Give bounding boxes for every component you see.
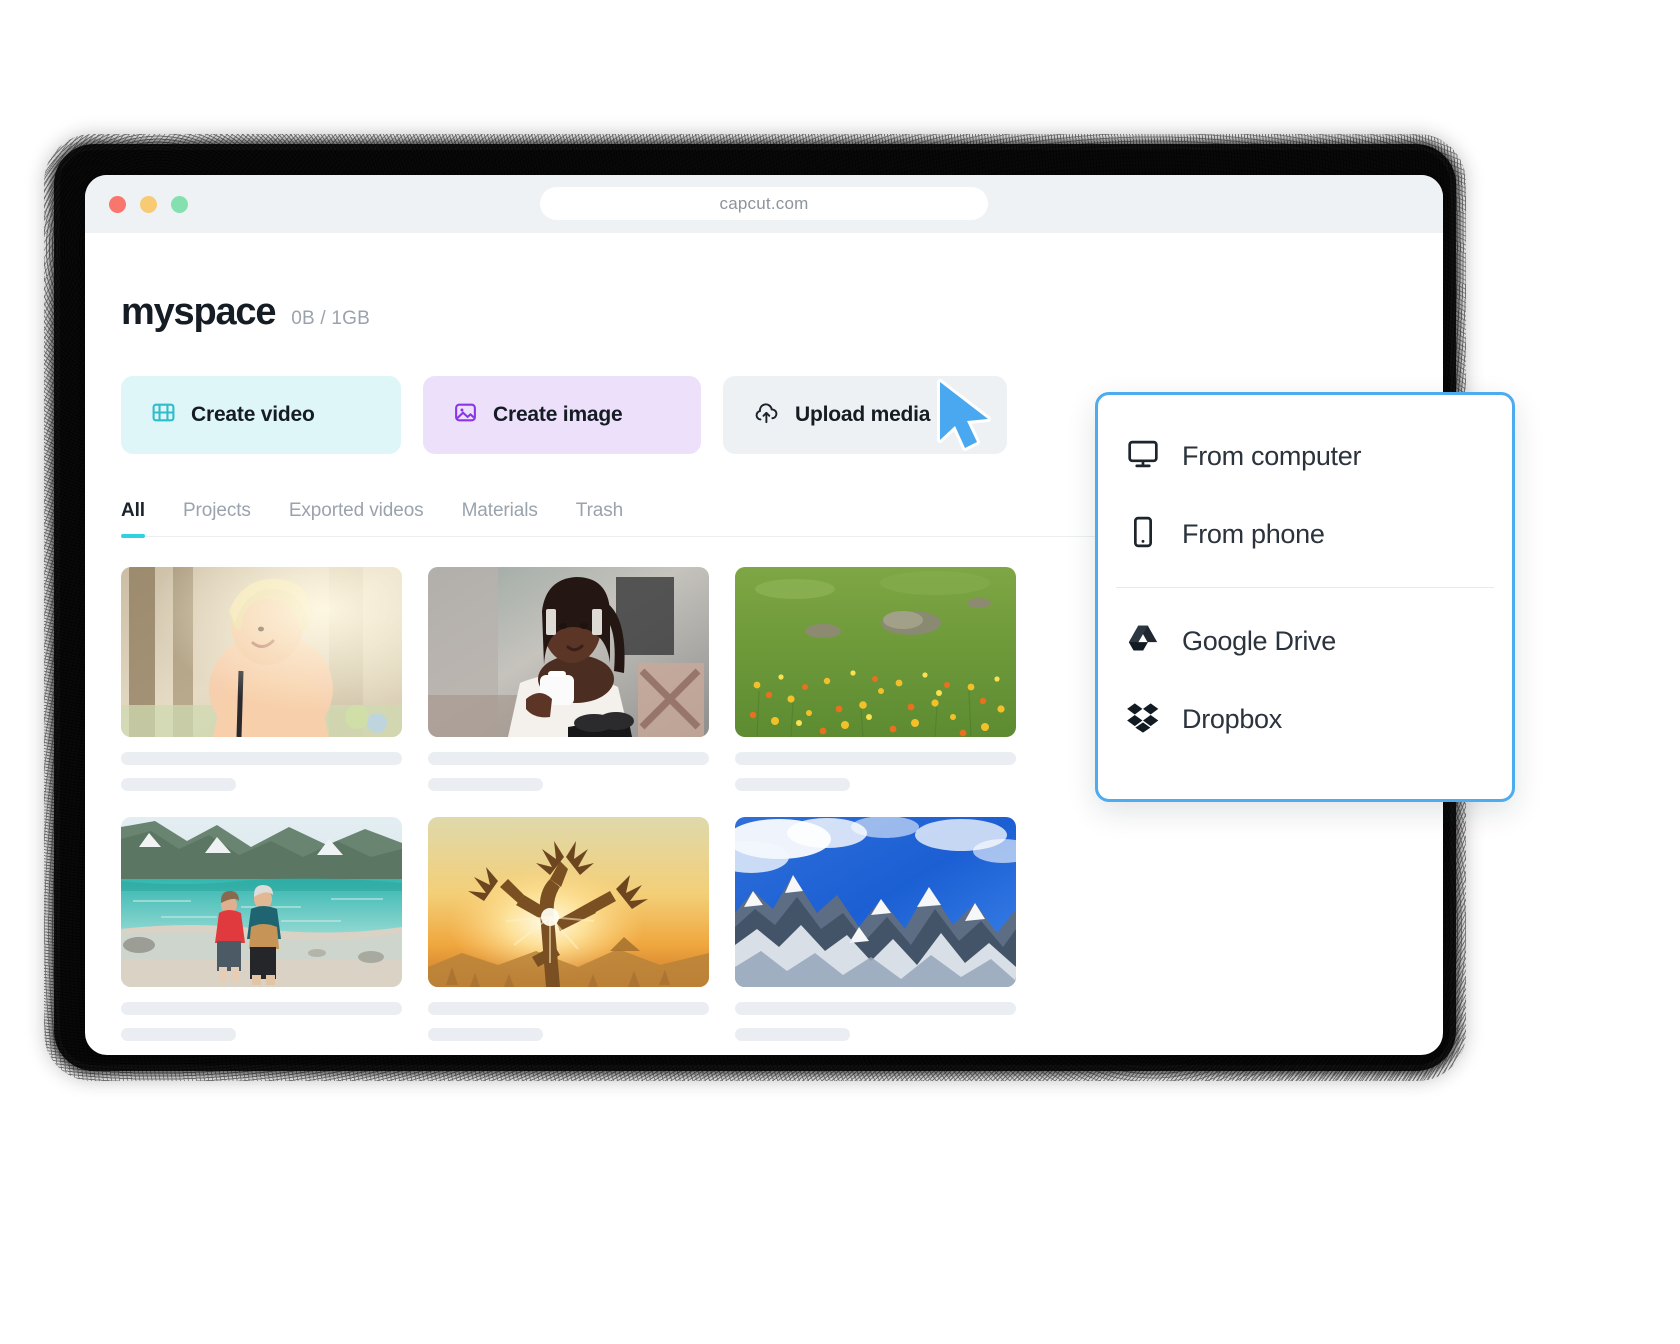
thumb-snowy-mountains[interactable] [735,817,1016,987]
dropbox-icon [1126,700,1160,739]
skeleton-line [121,1002,402,1015]
tab-projects[interactable]: Projects [183,500,251,536]
thumb-joshua-tree-sunset[interactable] [428,817,709,987]
skeleton-line-short [428,1028,544,1041]
skeleton-line-short [121,778,237,791]
film-icon [151,400,176,430]
tab-materials[interactable]: Materials [462,500,538,536]
menu-divider [1116,587,1494,588]
media-card[interactable] [121,567,402,791]
media-card[interactable] [735,817,1016,1041]
menu-label-google-drive: Google Drive [1182,625,1336,656]
browser-titlebar: capcut.com [85,175,1443,233]
phone-icon [1126,515,1160,554]
url-bar[interactable]: capcut.com [540,187,988,220]
storage-quota: 0B / 1GB [291,308,370,329]
picture-icon [453,400,478,430]
close-button[interactable] [109,195,126,213]
create-image-label: Create image [493,403,623,426]
skeleton-line-short [121,1028,237,1041]
thumb-couple-lake-beach[interactable] [121,817,402,987]
tab-all[interactable]: All [121,500,145,538]
header: myspace 0B / 1GB [121,291,1443,334]
menu-label-from-phone: From phone [1182,518,1325,549]
minimize-button[interactable] [140,195,157,213]
menu-item-google-drive[interactable]: Google Drive [1098,602,1512,680]
tab-exported-videos[interactable]: Exported videos [289,500,424,536]
upload-source-dropdown: From computer From phone Google Drive Dr… [1095,392,1515,802]
google-drive-icon [1126,622,1160,661]
create-video-button[interactable]: Create video [121,376,401,454]
thumb-wildflower-meadow[interactable] [735,567,1016,737]
monitor-icon [1126,437,1160,476]
thumb-woman-smiling-trees[interactable] [121,567,402,737]
skeleton-line-short [428,778,544,791]
skeleton-line [735,1002,1016,1015]
cloud-upload-icon [753,399,780,431]
screenshot-root: capcut.com myspace 0B / 1GB Create video… [0,0,1680,1344]
tab-trash[interactable]: Trash [576,500,623,536]
menu-label-from-computer: From computer [1182,440,1362,471]
skeleton-line [121,752,402,765]
thumb-woman-coffee-cup[interactable] [428,567,709,737]
menu-item-dropbox[interactable]: Dropbox [1098,680,1512,758]
upload-media-button[interactable]: Upload media [723,376,1007,454]
traffic-lights [109,195,188,213]
skeleton-line-short [735,1028,851,1041]
skeleton-line-short [735,778,851,791]
menu-item-from-computer[interactable]: From computer [1098,417,1512,495]
chevron-down-icon[interactable] [959,403,979,428]
upload-media-label: Upload media [795,403,931,426]
url-text: capcut.com [719,193,809,213]
media-card[interactable] [121,817,402,1041]
page-title: myspace [121,291,276,333]
create-image-button[interactable]: Create image [423,376,701,454]
media-card[interactable] [428,567,709,791]
media-card[interactable] [735,567,1016,791]
skeleton-line [428,1002,709,1015]
skeleton-line [428,752,709,765]
menu-label-dropbox: Dropbox [1182,703,1282,734]
media-card[interactable] [428,817,709,1041]
create-video-label: Create video [191,403,315,426]
skeleton-line [735,752,1016,765]
maximize-button[interactable] [171,195,188,213]
menu-item-from-phone[interactable]: From phone [1098,495,1512,573]
